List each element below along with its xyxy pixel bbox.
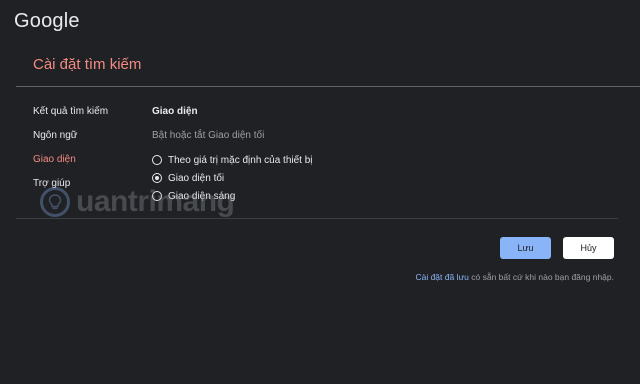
radio-label: Giao diện sáng <box>168 190 236 202</box>
cancel-button[interactable]: Hủy <box>563 237 614 259</box>
sidebar-item-appearance[interactable]: Giao diện <box>33 154 108 178</box>
appearance-section: Giao diện Bật hoặc tắt Giao diện tối The… <box>152 106 313 205</box>
save-button[interactable]: Lưu <box>500 237 551 259</box>
radio-button[interactable] <box>152 155 162 165</box>
radio-option-dark[interactable]: Giao diện tối <box>152 169 313 187</box>
section-description: Bật hoặc tắt Giao diện tối <box>152 130 265 141</box>
sidebar-item-help[interactable]: Trợ giúp <box>33 178 108 202</box>
header-divider <box>16 86 640 87</box>
page-title: Cài đặt tìm kiếm <box>33 56 142 73</box>
content-divider <box>16 218 618 219</box>
sidebar-item-search-results[interactable]: Kết quả tìm kiếm <box>33 106 108 130</box>
footer-text: có sẵn bất cứ khi nào bạn đăng nhập. <box>468 272 614 282</box>
settings-sidebar: Kết quả tìm kiếm Ngôn ngữ Giao diện Trợ … <box>33 106 108 202</box>
radio-label: Theo giá trị mặc định của thiết bị <box>168 154 313 166</box>
footer-note: Cài đặt đã lưu có sẵn bất cứ khi nào bạn… <box>415 272 614 282</box>
sidebar-item-language[interactable]: Ngôn ngữ <box>33 130 108 154</box>
radio-button[interactable] <box>152 191 162 201</box>
radio-label: Giao diện tối <box>168 172 225 184</box>
section-title: Giao diện <box>152 106 198 117</box>
radio-option-light[interactable]: Giao diện sáng <box>152 187 313 205</box>
radio-button-checked[interactable] <box>152 173 162 183</box>
radio-option-device-default[interactable]: Theo giá trị mặc định của thiết bị <box>152 151 313 169</box>
google-logo[interactable]: Google <box>14 10 80 33</box>
saved-settings-link[interactable]: Cài đặt đã lưu <box>415 272 468 282</box>
